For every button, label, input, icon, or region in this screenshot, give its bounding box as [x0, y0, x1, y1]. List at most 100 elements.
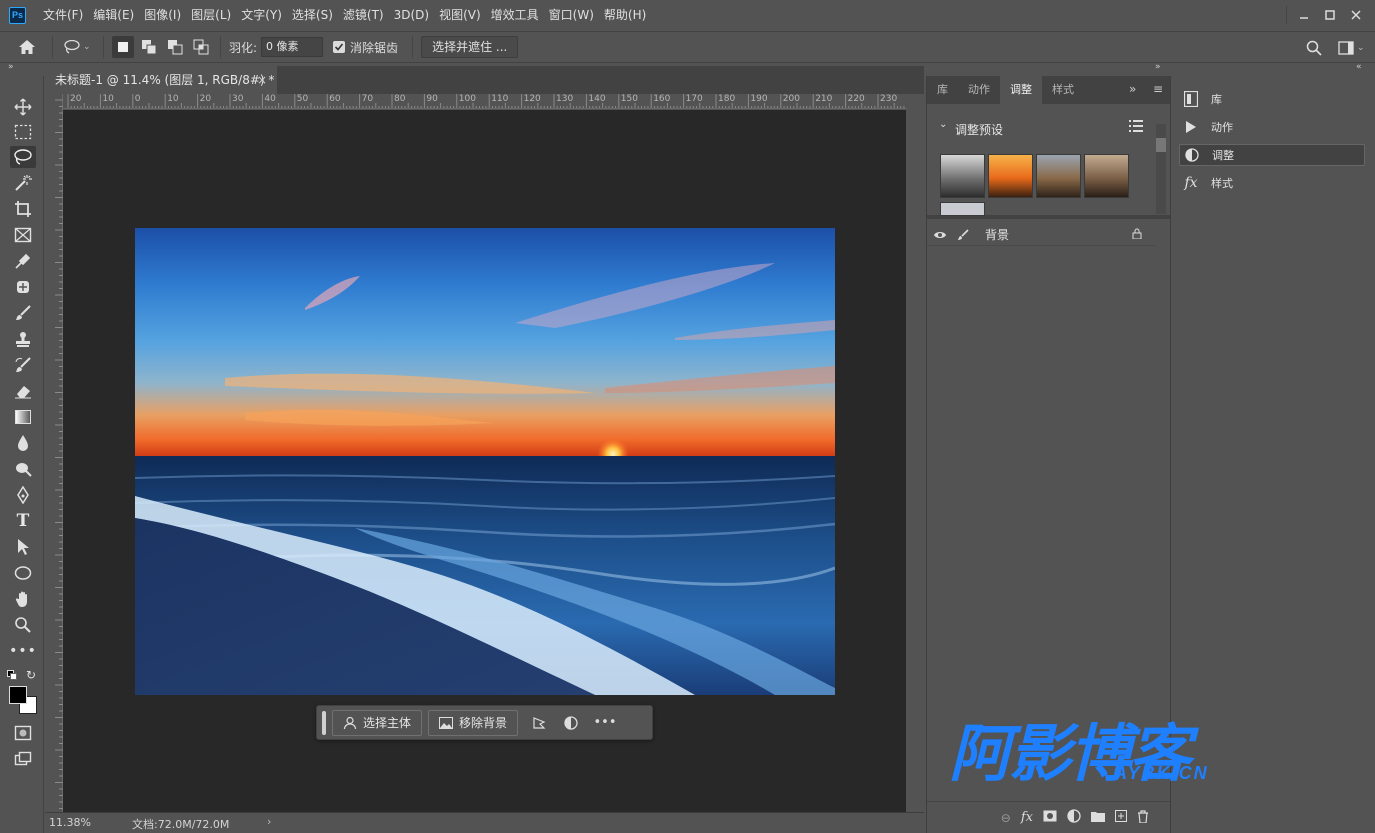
visibility-eye-icon[interactable]	[927, 230, 953, 240]
antialias-checkbox[interactable]	[333, 41, 346, 53]
lasso-tool-icon[interactable]	[10, 146, 36, 168]
menu-type[interactable]: 文字(Y)	[236, 0, 287, 30]
menu-help[interactable]: 帮助(H)	[599, 0, 651, 30]
new-layer-icon[interactable]	[1115, 810, 1127, 825]
history-brush-tool-icon[interactable]	[10, 354, 36, 376]
adjustment-layer-icon[interactable]	[554, 710, 588, 736]
gradient-tool-icon[interactable]	[10, 406, 36, 428]
dock-item-styles[interactable]: fx 样式	[1179, 172, 1365, 194]
new-group-folder-icon[interactable]	[1091, 810, 1105, 825]
crop-tool-icon[interactable]	[10, 198, 36, 220]
select-and-mask-button[interactable]: 选择并遮住 ...	[421, 36, 519, 58]
preset-thumbnail-faded[interactable]	[940, 202, 985, 216]
type-tool-icon[interactable]: T	[10, 510, 36, 532]
path-selection-tool-icon[interactable]	[10, 536, 36, 558]
zoom-level[interactable]: 11.38%	[49, 816, 91, 829]
close-icon[interactable]	[1343, 6, 1369, 24]
lock-icon[interactable]	[1132, 228, 1142, 242]
sunset-beach-photo[interactable]	[135, 228, 835, 695]
layer-style-fx-icon[interactable]: fx	[1021, 810, 1033, 825]
chevron-down-icon[interactable]: ⌄	[1357, 43, 1375, 53]
marquee-tool-icon[interactable]	[10, 121, 36, 143]
adjustments-scrollbar[interactable]	[1156, 124, 1166, 214]
collapse-toolbar-icon[interactable]: »	[8, 62, 14, 72]
list-view-icon[interactable]	[1129, 120, 1143, 135]
preset-thumbnail-bw[interactable]	[940, 154, 985, 198]
collapse-panels-icon[interactable]: »	[1155, 62, 1161, 72]
horizontal-ruler[interactable]: 20 10 0 10 20 30 40 50 60 70 80 90 100 110 120 130 140 15…	[63, 94, 906, 109]
lasso-tool-preset-icon[interactable]	[61, 36, 83, 58]
close-tab-icon[interactable]: ×	[257, 66, 267, 94]
chevron-down-icon[interactable]: ⌄	[83, 42, 95, 52]
vertical-scrollbar[interactable]	[906, 94, 924, 812]
hand-tool-icon[interactable]	[10, 588, 36, 610]
add-to-selection-icon[interactable]	[138, 36, 160, 58]
pen-tool-icon[interactable]	[10, 484, 36, 506]
delete-layer-trash-icon[interactable]	[1137, 809, 1149, 826]
tab-libraries[interactable]: 库	[927, 76, 958, 104]
menu-layer[interactable]: 图层(L)	[186, 0, 236, 30]
preset-thumbnail-muted[interactable]	[1036, 154, 1081, 198]
dock-item-actions[interactable]: 动作	[1179, 116, 1365, 138]
dodge-tool-icon[interactable]	[10, 458, 36, 480]
status-menu-chevron-icon[interactable]: ›	[267, 815, 271, 828]
eraser-tool-icon[interactable]	[10, 380, 36, 402]
photoshop-logo-icon[interactable]: Ps	[9, 6, 26, 24]
screen-mode-icon[interactable]	[10, 748, 36, 770]
menu-view[interactable]: 视图(V)	[434, 0, 486, 30]
menu-plugins[interactable]: 增效工具	[486, 0, 544, 30]
collapse-section-chevron-icon[interactable]: ⌄	[939, 119, 947, 130]
menu-select[interactable]: 选择(S)	[287, 0, 338, 30]
document-tab[interactable]: 未标题-1 @ 11.4% (图层 1, RGB/8#) * ×	[45, 66, 277, 94]
menu-filter[interactable]: 滤镜(T)	[338, 0, 389, 30]
workspace-icon[interactable]	[1335, 37, 1357, 59]
tab-styles[interactable]: 样式	[1042, 76, 1084, 104]
more-options-icon[interactable]: •••	[588, 710, 622, 736]
new-adjustment-layer-icon[interactable]	[1067, 809, 1081, 826]
preset-thumbnail-warm[interactable]	[988, 154, 1033, 198]
search-icon[interactable]	[1303, 37, 1325, 59]
ellipse-tool-icon[interactable]	[10, 562, 36, 584]
layer-row-background[interactable]: 背景	[927, 224, 1156, 246]
expand-panels-icon[interactable]: «	[1356, 62, 1362, 72]
panel-menu-icon[interactable]: ≡	[1153, 82, 1163, 96]
home-icon[interactable]	[16, 36, 38, 58]
healing-brush-tool-icon[interactable]	[10, 276, 36, 298]
subtract-from-selection-icon[interactable]	[164, 36, 186, 58]
default-colors-icon[interactable]	[7, 670, 17, 680]
quick-mask-icon[interactable]	[10, 722, 36, 744]
intersect-selection-icon[interactable]	[190, 36, 212, 58]
minimize-icon[interactable]	[1291, 6, 1317, 24]
menu-file[interactable]: 文件(F)	[38, 0, 88, 30]
tab-actions[interactable]: 动作	[958, 76, 1000, 104]
edit-toolbar-icon[interactable]: •••	[9, 640, 36, 662]
new-selection-icon[interactable]	[112, 36, 134, 58]
brush-tool-icon[interactable]	[10, 302, 36, 324]
remove-background-button[interactable]: 移除背景	[428, 709, 519, 736]
maximize-icon[interactable]	[1317, 6, 1343, 24]
transform-selection-icon[interactable]	[524, 710, 554, 736]
tab-adjustments[interactable]: 调整	[1000, 76, 1042, 104]
magic-wand-tool-icon[interactable]	[10, 172, 36, 194]
move-tool-icon[interactable]	[10, 96, 36, 118]
zoom-tool-icon[interactable]	[10, 614, 36, 636]
blur-tool-icon[interactable]	[10, 432, 36, 454]
add-mask-icon[interactable]	[1043, 810, 1057, 825]
menu-window[interactable]: 窗口(W)	[544, 0, 599, 30]
more-tabs-icon[interactable]: »	[1129, 82, 1136, 96]
menu-edit[interactable]: 编辑(E)	[88, 0, 139, 30]
dock-item-libraries[interactable]: 库	[1179, 88, 1365, 110]
eyedropper-tool-icon[interactable]	[10, 250, 36, 272]
frame-tool-icon[interactable]	[10, 224, 36, 246]
document-size-info[interactable]: 文档:72.0M/72.0M	[132, 816, 229, 832]
clone-stamp-tool-icon[interactable]	[10, 328, 36, 350]
foreground-color-swatch[interactable]	[9, 686, 27, 704]
dock-item-adjustments[interactable]: 调整	[1179, 144, 1365, 166]
preset-thumbnail-sepia[interactable]	[1084, 154, 1129, 198]
feather-input[interactable]: 0 像素	[261, 37, 324, 57]
link-layers-icon[interactable]: ⊖	[1001, 811, 1011, 825]
vertical-ruler[interactable]	[45, 94, 63, 812]
menu-3d[interactable]: 3D(D)	[389, 0, 434, 30]
swap-colors-icon[interactable]: ↻	[26, 668, 36, 682]
drag-handle[interactable]	[322, 710, 326, 735]
